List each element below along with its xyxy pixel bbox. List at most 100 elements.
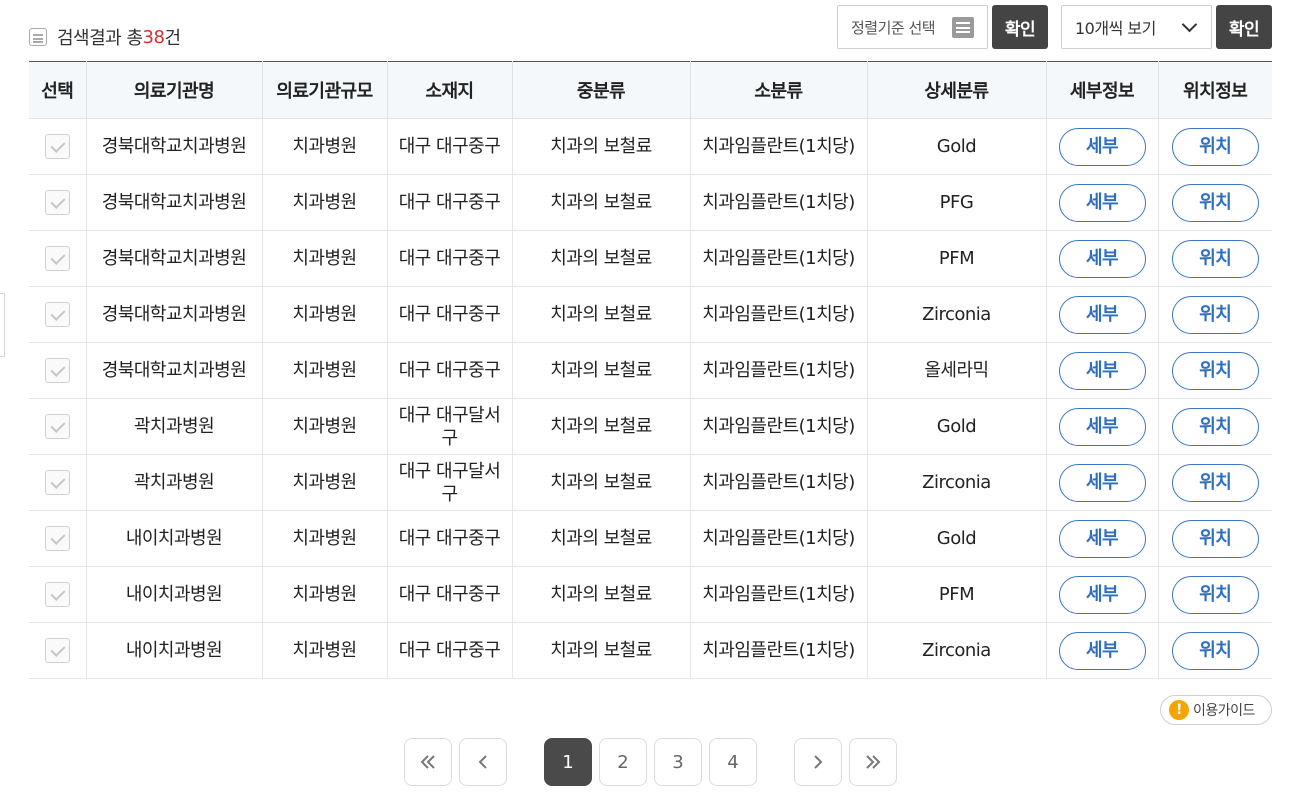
institution-location: 대구 대구중구: [387, 566, 513, 623]
chevron-down-icon: [1181, 16, 1198, 33]
location-button[interactable]: 위치: [1171, 351, 1259, 390]
detail-button[interactable]: 세부: [1058, 463, 1146, 502]
row-checkbox[interactable]: [44, 414, 70, 439]
page-button-3[interactable]: 3: [654, 738, 702, 786]
institution-name: 곽치과병원: [86, 398, 263, 455]
usage-guide-label: 이용가이드: [1193, 703, 1255, 719]
detail-category: PFM: [867, 230, 1047, 287]
detail-cell: 세부: [1046, 118, 1159, 175]
double-chevron-right-icon: [866, 755, 881, 769]
table-row: 경북대학교치과병원 치과병원 대구 대구중구 치과의 보철료 치과임플란트(1치당) PF…: [29, 230, 1272, 287]
institution-name: 곽치과병원: [86, 454, 263, 511]
detail-category: Zirconia: [867, 622, 1047, 679]
location-button[interactable]: 위치: [1171, 519, 1259, 558]
side-tab[interactable]: [0, 293, 5, 357]
row-checkbox[interactable]: [44, 302, 70, 327]
institution-name: 경북대학교치과병원: [86, 342, 263, 399]
location-button[interactable]: 위치: [1171, 183, 1259, 222]
location-cell: 위치: [1158, 510, 1272, 567]
detail-category: PFG: [867, 174, 1047, 231]
location-button[interactable]: 위치: [1171, 463, 1259, 502]
detail-button[interactable]: 세부: [1058, 351, 1146, 390]
detail-cell: 세부: [1046, 398, 1159, 455]
last-page-button[interactable]: [849, 738, 897, 786]
row-checkbox[interactable]: [44, 470, 70, 495]
subcategory: 치과임플란트(1치당): [690, 118, 868, 175]
sort-confirm-button[interactable]: 확인: [992, 5, 1048, 49]
detail-button[interactable]: 세부: [1058, 631, 1146, 670]
subcategory: 치과임플란트(1치당): [690, 342, 868, 399]
category: 치과의 보철료: [512, 230, 691, 287]
table-row: 내이치과병원 치과병원 대구 대구중구 치과의 보철료 치과임플란트(1치당) Zirco…: [29, 622, 1272, 679]
institution-name: 경북대학교치과병원: [86, 118, 263, 175]
subcategory: 치과임플란트(1치당): [690, 286, 868, 343]
subcategory: 치과임플란트(1치당): [690, 174, 868, 231]
location-button[interactable]: 위치: [1171, 575, 1259, 614]
location-button[interactable]: 위치: [1171, 127, 1259, 166]
prev-page-button[interactable]: [459, 738, 507, 786]
detail-button[interactable]: 세부: [1058, 183, 1146, 222]
row-checkbox[interactable]: [44, 638, 70, 663]
select-cell: [29, 118, 87, 175]
row-checkbox[interactable]: [44, 582, 70, 607]
location-cell: 위치: [1158, 174, 1272, 231]
detail-category: Gold: [867, 398, 1047, 455]
institution-size: 치과병원: [262, 622, 388, 679]
per-page-confirm-button[interactable]: 확인: [1216, 5, 1272, 49]
institution-size: 치과병원: [262, 286, 388, 343]
table-row: 경북대학교치과병원 치과병원 대구 대구중구 치과의 보철료 치과임플란트(1치당) Zi…: [29, 286, 1272, 343]
institution-size: 치과병원: [262, 510, 388, 567]
detail-button[interactable]: 세부: [1058, 575, 1146, 614]
first-page-button[interactable]: [404, 738, 452, 786]
per-page-select[interactable]: 10개씩 보기: [1061, 5, 1212, 49]
location-button[interactable]: 위치: [1171, 407, 1259, 446]
location-button[interactable]: 위치: [1171, 295, 1259, 334]
sort-select-label: 정렬기준 선택: [851, 18, 936, 37]
institution-size: 치과병원: [262, 118, 388, 175]
table-row: 곽치과병원 치과병원 대구 대구달서구 치과의 보철료 치과임플란트(1치당) Zirco…: [29, 454, 1272, 511]
detail-category: Zirconia: [867, 454, 1047, 511]
row-checkbox[interactable]: [44, 526, 70, 551]
row-checkbox[interactable]: [44, 190, 70, 215]
page-button-4[interactable]: 4: [709, 738, 757, 786]
header-size: 의료기관규모: [262, 61, 388, 119]
category: 치과의 보철료: [512, 566, 691, 623]
row-checkbox[interactable]: [44, 358, 70, 383]
next-page-button[interactable]: [794, 738, 842, 786]
detail-button[interactable]: 세부: [1058, 127, 1146, 166]
category: 치과의 보철료: [512, 286, 691, 343]
usage-guide-button[interactable]: ! 이용가이드: [1160, 695, 1272, 725]
institution-location: 대구 대구중구: [387, 510, 513, 567]
location-cell: 위치: [1158, 286, 1272, 343]
institution-location: 대구 대구중구: [387, 230, 513, 287]
location-button[interactable]: 위치: [1171, 631, 1259, 670]
detail-button[interactable]: 세부: [1058, 239, 1146, 278]
table-header-row: 선택 의료기관명 의료기관규모 소재지 중분류 소분류 상세분류 세부정보 위치…: [29, 61, 1272, 119]
header-location-info: 위치정보: [1158, 61, 1272, 119]
table-row: 경북대학교치과병원 치과병원 대구 대구중구 치과의 보철료 치과임플란트(1치당) 올세…: [29, 342, 1272, 399]
subcategory: 치과임플란트(1치당): [690, 454, 868, 511]
institution-name: 경북대학교치과병원: [86, 286, 263, 343]
detail-button[interactable]: 세부: [1058, 407, 1146, 446]
detail-cell: 세부: [1046, 622, 1159, 679]
detail-category: Gold: [867, 510, 1047, 567]
chevron-left-icon: [478, 755, 487, 769]
location-cell: 위치: [1158, 454, 1272, 511]
detail-button[interactable]: 세부: [1058, 295, 1146, 334]
page-button-1[interactable]: 1: [544, 738, 592, 786]
page-button-2[interactable]: 2: [599, 738, 647, 786]
select-cell: [29, 454, 87, 511]
sort-select[interactable]: 정렬기준 선택: [837, 5, 988, 49]
detail-category: Gold: [867, 118, 1047, 175]
subcategory: 치과임플란트(1치당): [690, 230, 868, 287]
detail-button[interactable]: 세부: [1058, 519, 1146, 558]
location-cell: 위치: [1158, 398, 1272, 455]
institution-size: 치과병원: [262, 342, 388, 399]
location-button[interactable]: 위치: [1171, 239, 1259, 278]
summary-prefix: 검색결과 총: [57, 28, 143, 49]
row-checkbox[interactable]: [44, 246, 70, 271]
institution-location: 대구 대구달서구: [387, 398, 513, 455]
summary-suffix: 건: [164, 28, 181, 49]
subcategory: 치과임플란트(1치당): [690, 510, 868, 567]
row-checkbox[interactable]: [44, 134, 70, 159]
